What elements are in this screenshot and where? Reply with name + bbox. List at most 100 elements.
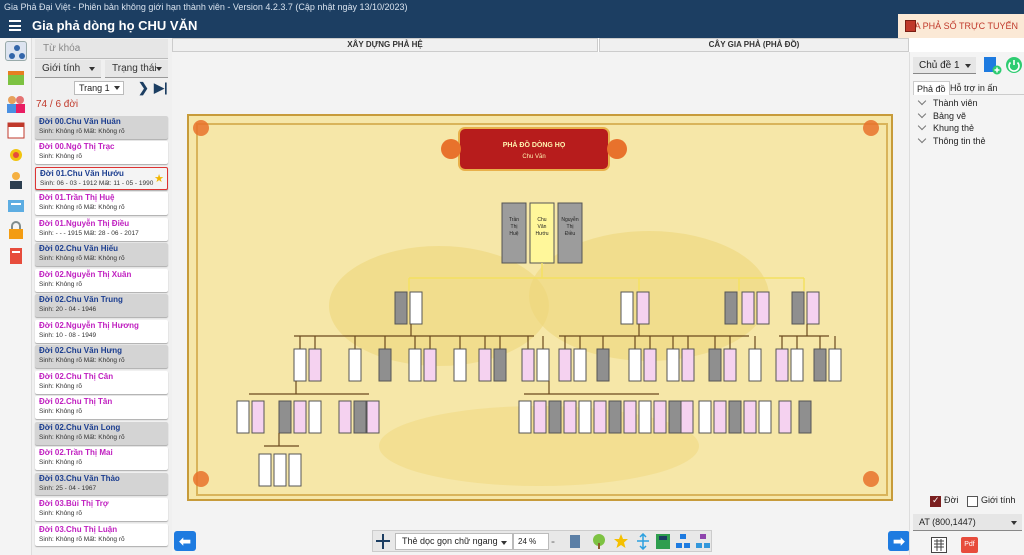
member-name: Đời 01.Nguyễn Thị Điều [39,218,130,228]
scroll-right-button[interactable]: ➡ [888,531,910,551]
member-card[interactable]: Đời 02.Chu Văn Hưng Sinh: Không rõ Mất: K… [35,345,168,369]
star-icon[interactable] [613,533,629,550]
member-dates: Sinh: Không rõ [39,459,83,467]
settings-sections: Thành viên Bảng vẽ Khung thẻ Thông tin t… [915,97,1020,147]
shrine-icon[interactable] [5,145,27,165]
online-genealogy-button[interactable]: GIA PHẢ SỐ TRỰC TUYẾN [898,14,1024,38]
member-card [748,348,762,382]
member-card [308,348,322,382]
member-card [563,400,577,434]
member-card[interactable]: Đời 02.Nguyễn Thị Xuân Sinh: Không rõ [35,268,168,292]
next-page-icon[interactable]: ❯ [138,81,149,95]
member-card [348,348,362,382]
member-card [623,400,637,434]
people-icon[interactable] [5,94,27,114]
section-canvas[interactable]: Bảng vẽ [915,110,1020,123]
member-card[interactable]: Đời 00.Chu Văn Huân Sinh: Không rõ Mất: K… [35,116,168,139]
member-card [813,348,827,382]
tab-print-support[interactable]: Hỗ trợ in ấn [947,81,1000,95]
page-select[interactable]: Trang 1 [74,81,124,95]
member-card [409,291,423,325]
root-member-name: Thị [511,224,518,230]
section-members[interactable]: Thành viên [915,97,1020,110]
member-card[interactable]: Đời 02.Trần Thị Mai Sinh: Không rõ [35,447,168,470]
member-card [668,400,682,434]
hamburger-menu-icon[interactable] [9,20,21,31]
member-card [756,291,770,325]
gender-label: Giới tính [981,495,1016,505]
paper-size-select[interactable]: AT (800,1447) [913,514,1022,531]
member-card[interactable]: Đời 02.Chu Văn Long Sinh: Không rõ Mất: K… [35,421,168,445]
chevron-down-icon [156,67,162,71]
theme-select[interactable]: Chủ đề 1 [913,57,976,74]
expand-vertical-icon[interactable] [635,532,651,551]
member-card [366,400,380,434]
layout-tree-icon[interactable] [655,533,671,550]
person-profile-icon[interactable] [5,170,27,190]
chevron-down-icon [89,67,95,71]
member-card[interactable]: Đời 01.Chu Văn Hướu Sinh: 06 - 03 - 1912 … [35,166,168,190]
generation-checkbox[interactable] [930,495,941,507]
gender-filter-select[interactable]: Giới tính [35,60,101,78]
member-card[interactable]: Đời 02.Nguyễn Thị Hương Sinh: 10 - 08 - 1… [35,319,168,343]
section-card-info[interactable]: Thông tin thẻ [915,135,1020,148]
member-name: Đời 01.Chu Văn Hướu [40,168,124,178]
root-member-name: Văn [538,224,547,230]
member-card[interactable]: Đời 00.Ngô Thị Trạc Sinh: Không rõ [35,141,168,165]
tab-family-tree[interactable]: CÂY GIA PHẢ (PHẢ ĐỒ) [599,38,909,52]
member-card[interactable]: Đời 03.Chu Văn Thảo Sinh: 25 - 04 - 1967 [35,472,168,496]
banner-end [441,139,461,159]
pdf-export-button[interactable]: Pdf [961,537,978,553]
member-dates: Sinh: Không rõ [39,382,83,390]
member-card[interactable]: Đời 01.Trần Thị Huệ Sinh: Không rõ Mất: K… [35,192,168,216]
member-card[interactable]: Đời 02.Chu Văn Trung Sinh: 20 - 04 - 1946 [35,294,168,318]
card-edit-icon[interactable] [5,196,27,216]
zoom-out-icon[interactable]: - [551,533,567,550]
member-card[interactable]: Đời 02.Chu Thị Cân Sinh: Không rõ [35,370,168,394]
section-card-frame[interactable]: Khung thẻ [915,122,1020,135]
gender-checkbox[interactable] [967,496,978,507]
zoom-select[interactable]: 24 % [513,533,549,550]
member-dates: Sinh: Không rõ Mất: Không rõ [39,255,125,263]
member-card [518,400,532,434]
event-calendar-icon[interactable] [5,120,27,140]
member-dates: Sinh: Không rõ Mất: Không rõ [39,535,125,543]
family-tree-tool-icon[interactable] [5,41,27,61]
star-icon[interactable]: ★ [154,170,164,188]
member-card [236,400,250,434]
layout-select[interactable]: Thẻ dọc gọn chữ ngang [395,533,513,550]
move-icon[interactable] [375,533,391,550]
hierarchy-icon[interactable] [695,533,711,550]
member-list-panel: Từ khóa Giới tính Trạng thái Trang 1 ❯ ▶… [32,38,172,555]
member-card [791,291,805,325]
refresh-icon[interactable] [1005,56,1023,74]
member-card [353,400,367,434]
scroll-left-button[interactable]: ⬅ [174,531,196,551]
member-name: Đời 02.Trần Thị Mai [39,448,113,458]
member-card [533,400,547,434]
calendar-gift-icon[interactable] [5,68,27,88]
member-card[interactable]: Đời 03.Chu Thị Luận Sinh: Không rõ Mất: K… [35,523,168,547]
export-sheet-icon[interactable] [931,537,947,553]
member-card [273,453,287,487]
status-filter-select[interactable]: Trạng thái [105,60,168,78]
search-input[interactable]: Từ khóa [35,39,168,59]
last-page-icon[interactable]: ▶| [154,81,168,95]
member-card[interactable]: Đời 02.Chu Thị Tân Sinh: Không rõ [35,396,168,420]
tab-chart-settings[interactable]: Phả đồ [913,81,950,95]
tree-icon[interactable] [591,533,607,550]
member-card[interactable]: Đời 01.Nguyễn Thị Điều Sinh: - - - 1915 M… [35,217,168,241]
add-theme-icon[interactable] [982,55,1002,75]
report-icon[interactable] [5,246,27,266]
member-card[interactable]: Đời 03.Bùi Thị Trợ Sinh: Không rõ [35,498,168,521]
member-card[interactable]: Đời 02.Chu Văn Hiếu Sinh: Không rõ Mất: K… [35,243,168,267]
member-card [758,400,772,434]
fit-page-icon[interactable] [567,533,583,550]
member-name: Đời 01.Trần Thị Huệ [39,193,115,203]
org-chart-icon[interactable] [675,533,691,550]
lock-icon[interactable] [5,221,27,241]
corner-ornament [863,120,879,136]
member-card [638,400,652,434]
tab-build-genealogy[interactable]: XÂY DỰNG PHẢ HỆ [172,38,598,52]
tree-canvas[interactable]: PHẢ ĐỒ DÒNG HỌ Chu Văn Trần Thị Huệ Chu Văn Hướ… [172,52,909,526]
